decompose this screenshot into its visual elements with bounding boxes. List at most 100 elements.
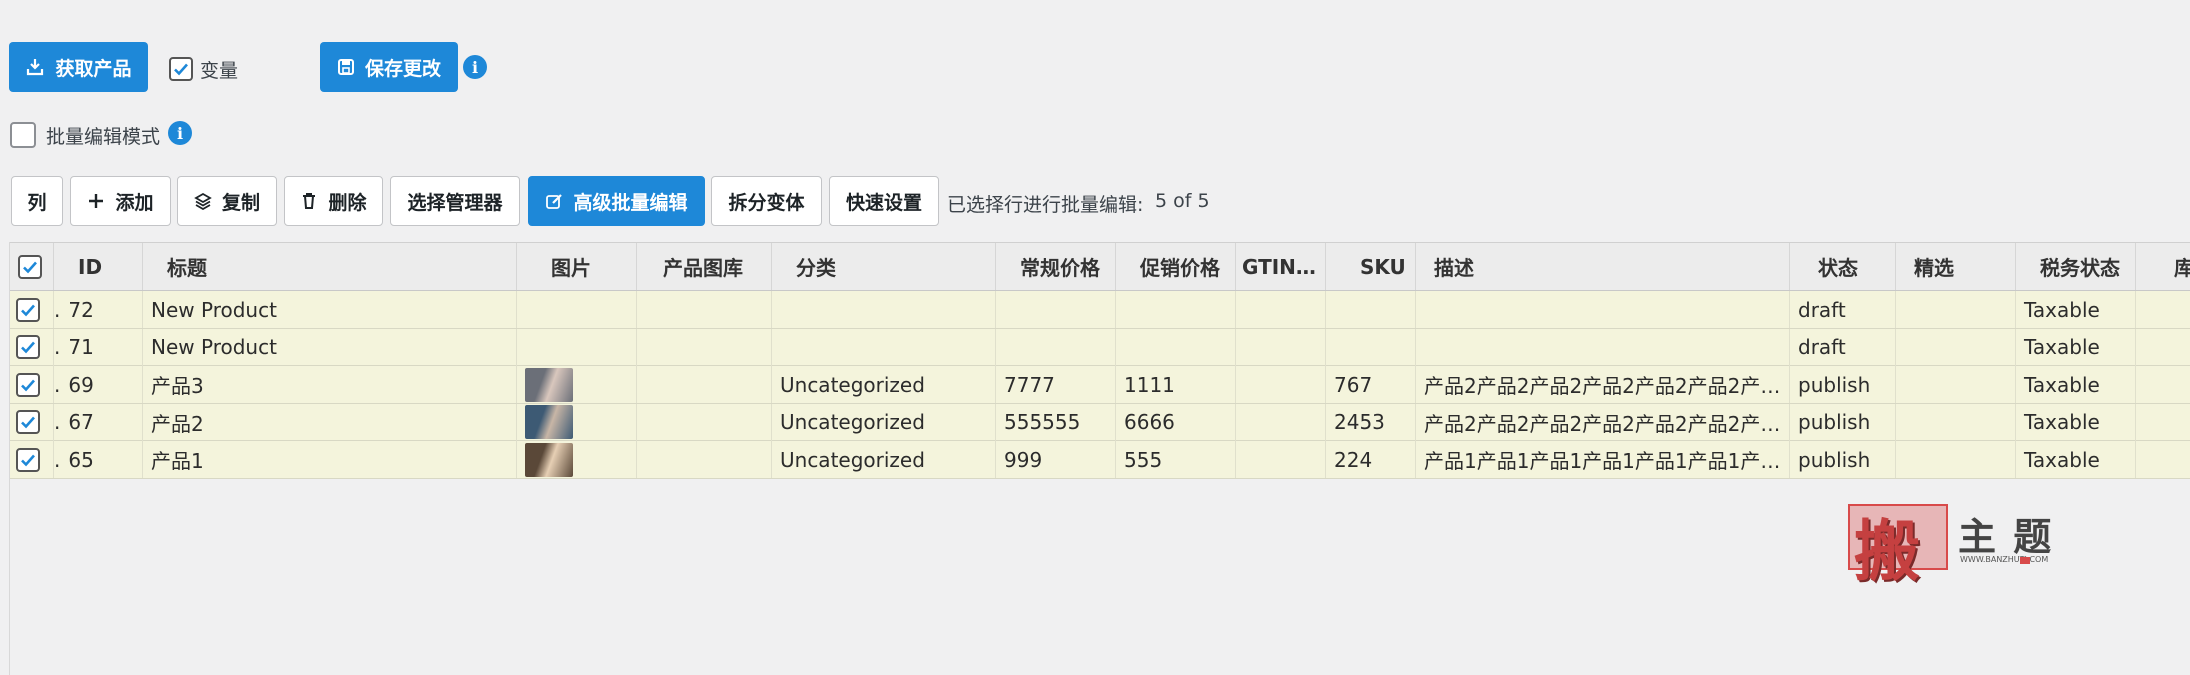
header-image[interactable]: 图片 bbox=[517, 243, 637, 290]
cell-sale-price[interactable] bbox=[1116, 328, 1236, 366]
variant-checkbox[interactable] bbox=[169, 57, 193, 81]
cell-tax-status[interactable]: Taxable bbox=[2016, 403, 2136, 441]
cell-status[interactable]: publish bbox=[1790, 441, 1896, 478]
cell-image[interactable] bbox=[517, 291, 637, 328]
cell-regular-price[interactable]: 7777 bbox=[996, 366, 1116, 403]
cell-id[interactable]: . 71 bbox=[54, 328, 143, 366]
cell-sku[interactable]: 224 bbox=[1326, 441, 1416, 478]
cell-featured[interactable] bbox=[1896, 291, 2016, 328]
cell-tax-status[interactable]: Taxable bbox=[2016, 328, 2136, 366]
cell-regular-price[interactable] bbox=[996, 328, 1116, 366]
table-row[interactable]: . 69 产品3 Uncategorized 7777 1111 767 产品2产品2产品2产… bbox=[10, 366, 2190, 404]
product-thumbnail[interactable] bbox=[525, 442, 573, 477]
row-select-cell[interactable] bbox=[10, 441, 54, 478]
cell-gtin[interactable] bbox=[1236, 441, 1326, 478]
cell-status[interactable]: publish bbox=[1790, 366, 1896, 403]
fetch-products-button[interactable]: 获取产品 bbox=[9, 42, 148, 92]
cell-tax-status[interactable]: Taxable bbox=[2016, 366, 2136, 403]
header-select-all[interactable] bbox=[10, 243, 54, 290]
cell-sku[interactable] bbox=[1326, 328, 1416, 366]
cell-id[interactable]: . 69 bbox=[54, 366, 143, 403]
save-info-icon[interactable]: i bbox=[463, 55, 487, 79]
cell-sale-price[interactable] bbox=[1116, 291, 1236, 328]
header-featured[interactable]: 精选 bbox=[1896, 243, 2016, 290]
cell-description[interactable]: 产品1产品1产品1产品1产品1产品1产… bbox=[1416, 441, 1790, 478]
row-checkbox[interactable] bbox=[16, 335, 40, 359]
cell-category[interactable]: Uncategorized bbox=[772, 441, 996, 478]
cell-status[interactable]: publish bbox=[1790, 403, 1896, 441]
header-description[interactable]: 描述 bbox=[1416, 243, 1790, 290]
product-thumbnail[interactable] bbox=[525, 367, 573, 402]
cell-description[interactable] bbox=[1416, 291, 1790, 328]
cell-featured[interactable] bbox=[1896, 441, 2016, 478]
cell-gtin[interactable] bbox=[1236, 366, 1326, 403]
cell-tax-status[interactable]: Taxable bbox=[2016, 291, 2136, 328]
columns-button[interactable]: 列 bbox=[11, 176, 63, 226]
cell-stock[interactable] bbox=[2136, 366, 2190, 403]
cell-id[interactable]: . 65 bbox=[54, 441, 143, 478]
header-regular-price[interactable]: 常规价格 bbox=[996, 243, 1116, 290]
cell-gallery[interactable] bbox=[637, 441, 772, 478]
cell-image[interactable] bbox=[517, 328, 637, 366]
row-select-cell[interactable] bbox=[10, 403, 54, 441]
row-checkbox[interactable] bbox=[16, 372, 40, 397]
cell-description[interactable]: 产品2产品2产品2产品2产品2产品2产… bbox=[1416, 403, 1790, 441]
row-select-cell[interactable] bbox=[10, 366, 54, 403]
cell-sku[interactable] bbox=[1326, 291, 1416, 328]
cell-id[interactable]: . 67 bbox=[54, 403, 143, 441]
header-id[interactable]: ID bbox=[54, 243, 143, 290]
selection-manager-button[interactable]: 选择管理器 bbox=[390, 176, 520, 226]
cell-image[interactable] bbox=[517, 441, 637, 478]
table-row[interactable]: . 71 New Product draft Taxable bbox=[10, 328, 2190, 366]
cell-title[interactable]: New Product bbox=[143, 328, 517, 366]
product-thumbnail[interactable] bbox=[525, 405, 573, 439]
cell-description[interactable] bbox=[1416, 328, 1790, 366]
cell-gallery[interactable] bbox=[637, 328, 772, 366]
cell-status[interactable]: draft bbox=[1790, 291, 1896, 328]
cell-sku[interactable]: 767 bbox=[1326, 366, 1416, 403]
cell-gtin[interactable] bbox=[1236, 403, 1326, 441]
row-checkbox[interactable] bbox=[16, 297, 40, 322]
header-title[interactable]: 标题 bbox=[143, 243, 517, 290]
table-row[interactable]: . 72 New Product draft Taxable bbox=[10, 291, 2190, 329]
cell-regular-price[interactable]: 999 bbox=[996, 441, 1116, 478]
cell-regular-price[interactable]: 555555 bbox=[996, 403, 1116, 441]
advanced-bulk-edit-button[interactable]: 高级批量编辑 bbox=[528, 176, 705, 226]
header-gtin[interactable]: GTIN… bbox=[1236, 243, 1326, 290]
header-sale-price[interactable]: 促销价格 bbox=[1116, 243, 1236, 290]
cell-sale-price[interactable]: 6666 bbox=[1116, 403, 1236, 441]
table-row[interactable]: . 65 产品1 Uncategorized 999 555 224 产品1产品1产品1产品1… bbox=[10, 441, 2190, 479]
cell-gallery[interactable] bbox=[637, 291, 772, 328]
cell-sale-price[interactable]: 555 bbox=[1116, 441, 1236, 478]
cell-sale-price[interactable]: 1111 bbox=[1116, 366, 1236, 403]
cell-description[interactable]: 产品2产品2产品2产品2产品2产品2产… bbox=[1416, 366, 1790, 403]
header-tax-status[interactable]: 税务状态 bbox=[2016, 243, 2136, 290]
cell-regular-price[interactable] bbox=[996, 291, 1116, 328]
table-row[interactable]: . 67 产品2 Uncategorized 555555 6666 2453 产品2产品2产… bbox=[10, 403, 2190, 441]
cell-category[interactable]: Uncategorized bbox=[772, 403, 996, 441]
cell-gallery[interactable] bbox=[637, 366, 772, 403]
cell-gtin[interactable] bbox=[1236, 291, 1326, 328]
cell-gtin[interactable] bbox=[1236, 328, 1326, 366]
add-button[interactable]: 添加 bbox=[70, 176, 171, 226]
cell-stock[interactable] bbox=[2136, 291, 2190, 328]
cell-category[interactable]: Uncategorized bbox=[772, 366, 996, 403]
cell-sku[interactable]: 2453 bbox=[1326, 403, 1416, 441]
copy-button[interactable]: 复制 bbox=[177, 176, 277, 226]
row-checkbox[interactable] bbox=[16, 410, 40, 434]
header-stock[interactable]: 库存 bbox=[2136, 243, 2190, 290]
cell-gallery[interactable] bbox=[637, 403, 772, 441]
cell-image[interactable] bbox=[517, 403, 637, 441]
cell-title[interactable]: 产品1 bbox=[143, 441, 517, 478]
quick-settings-button[interactable]: 快速设置 bbox=[829, 176, 939, 226]
cell-category[interactable] bbox=[772, 328, 996, 366]
delete-button[interactable]: 删除 bbox=[284, 176, 383, 226]
cell-featured[interactable] bbox=[1896, 366, 2016, 403]
row-checkbox[interactable] bbox=[16, 447, 40, 472]
cell-title[interactable]: 产品2 bbox=[143, 403, 517, 441]
cell-title[interactable]: New Product bbox=[143, 291, 517, 328]
save-changes-button[interactable]: 保存更改 bbox=[320, 42, 458, 92]
select-all-checkbox[interactable] bbox=[18, 254, 42, 279]
cell-featured[interactable] bbox=[1896, 328, 2016, 366]
cell-tax-status[interactable]: Taxable bbox=[2016, 441, 2136, 478]
